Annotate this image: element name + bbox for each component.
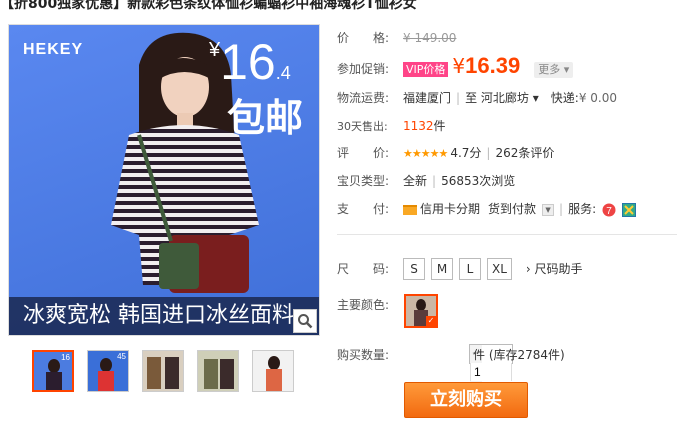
original-price: ¥ 149.00 (403, 31, 457, 45)
brand-logo: HEKEY (23, 41, 84, 58)
price-row: 价 格: ¥ 149.00 (337, 31, 457, 45)
product-title: 【折800独家优惠】新款彩色条纹体恤衫蝙蝠衫中袖海魂衫T恤衫女 (0, 0, 417, 12)
thumbnail-3[interactable] (142, 350, 184, 392)
color-selector: 主要颜色: ✓ (337, 294, 438, 328)
size-option-xl[interactable]: XL (487, 258, 512, 280)
more-promos-button[interactable]: 更多 ▾ (534, 62, 574, 78)
size-helper-link[interactable]: › 尺码助手 (526, 262, 583, 276)
stock-text: 件 (库存2784件) (473, 348, 565, 362)
product-properties: 价 格: ¥ 149.00 参加促销: VIP价格 ¥16.39 更多 ▾ 物流运费: 福… (337, 26, 684, 222)
rating-link[interactable]: 262条评价 (495, 146, 554, 160)
size-option-m[interactable]: M (431, 258, 453, 280)
quantity-row: 购买数量: − + 件 (库存2784件) (337, 344, 565, 399)
size-option-s[interactable]: S (403, 258, 425, 280)
promo-price-overlay: ¥16.4 (209, 34, 291, 90)
credit-card-icon (403, 204, 417, 215)
free-shipping-overlay: 包邮 (227, 96, 304, 140)
ship-to-dropdown[interactable]: 河北廊坊 ▾ (481, 91, 539, 105)
payment-row: 支 付: 信用卡分期 货到付款 ▼ | 服务: 7 (337, 197, 684, 222)
buy-now-button[interactable]: 立刻购买 (404, 382, 528, 418)
thumbnail-2[interactable]: 45 (87, 350, 129, 392)
svg-text:7: 7 (606, 206, 612, 217)
size-option-l[interactable]: L (459, 258, 481, 280)
section-divider (337, 234, 677, 235)
thumbnail-strip: 16 45 (32, 350, 294, 392)
thumbnail-4[interactable] (197, 350, 239, 392)
type-row: 宝贝类型: 全新 | 56853次浏览 (337, 174, 516, 188)
selected-check-icon: ✓ (426, 316, 436, 326)
size-selector: 尺 码: S M L XL › 尺码助手 (337, 258, 583, 280)
main-product-image[interactable]: HEKEY ¥16.4 包邮 冰爽宽松 韩国进口冰丝面料 (8, 24, 320, 336)
sales-row: 30天售出: 1132件 (337, 119, 446, 133)
promo-row: 参加促销: VIP价格 ¥16.39 更多 ▾ (337, 51, 684, 81)
vip-badge: VIP价格 (403, 62, 449, 77)
color-option-1[interactable]: ✓ (404, 294, 438, 328)
seven-day-return-icon[interactable]: 7 (602, 203, 616, 217)
shipping-row: 物流运费: 福建厦门 | 至 河北廊坊 ▾ 快递:¥ 0.00 (337, 91, 617, 105)
promo-price: 16.39 (465, 53, 521, 78)
image-banner: 冰爽宽松 韩国进口冰丝面料 (9, 297, 319, 335)
thumbnail-5[interactable] (252, 350, 294, 392)
zoom-icon[interactable] (293, 309, 317, 333)
thumbnail-1[interactable]: 16 (32, 350, 74, 392)
guarantee-icon[interactable] (622, 202, 637, 217)
rating-row: 评 价: ★★★★★ 4.7分 | 262条评价 (337, 146, 555, 160)
payment-dropdown-icon[interactable]: ▼ (542, 203, 555, 216)
rating-stars-icon: ★★★★★ (403, 147, 448, 160)
